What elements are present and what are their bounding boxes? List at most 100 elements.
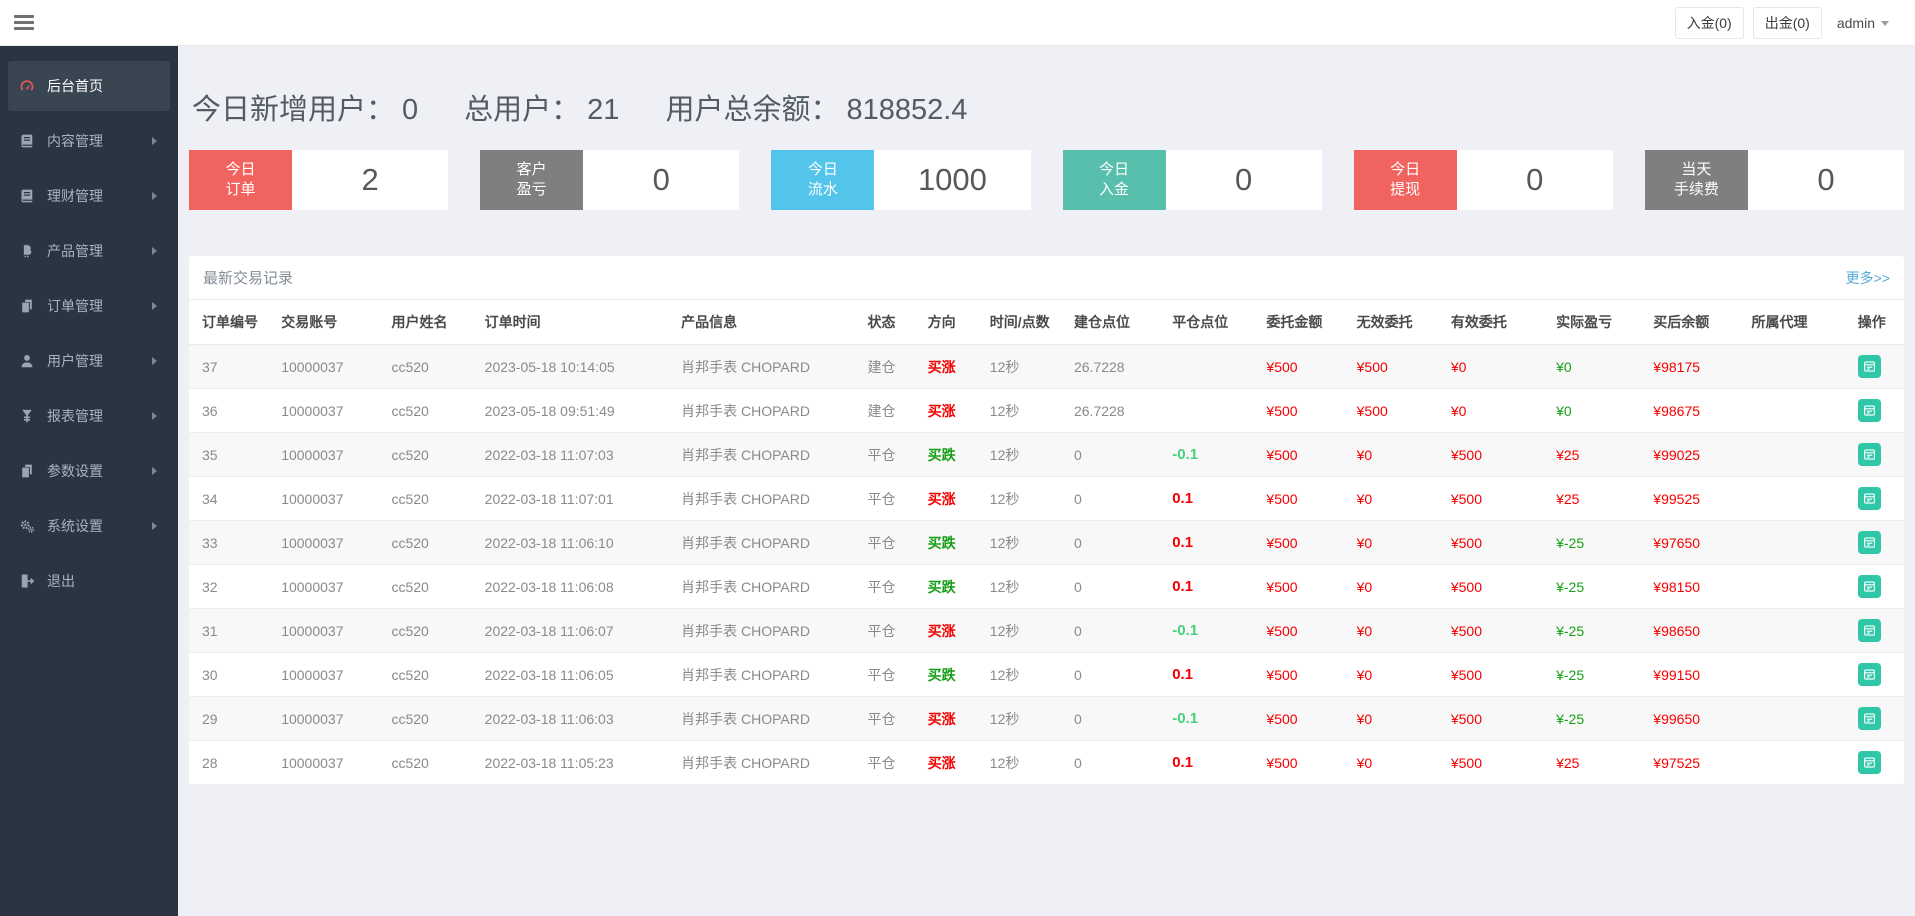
- cell-status: 建仓: [864, 389, 924, 433]
- sidebar-menu: 后台首页内容管理理财管理产品管理订单管理用户管理报表管理参数设置系统设置退出: [0, 61, 178, 606]
- cell-product: 肖邦手表 CHOPARD: [677, 609, 863, 653]
- sidebar-item-product[interactable]: 产品管理: [8, 226, 170, 276]
- user-menu[interactable]: admin: [1831, 10, 1895, 36]
- col-header-agent: 所属代理: [1748, 300, 1854, 345]
- chevron-right-icon: [152, 247, 161, 255]
- stat-label: 用户总余额：: [665, 86, 839, 128]
- stat-card: 今日订单2: [189, 150, 448, 210]
- cell-amount: ¥500: [1262, 433, 1352, 477]
- detail-icon: [1862, 447, 1877, 462]
- chevron-right-icon: [152, 467, 161, 475]
- cell-duration: 12秒: [986, 433, 1070, 477]
- stat-card-label: 客户盈亏: [480, 150, 583, 210]
- cell-valid: ¥500: [1447, 433, 1552, 477]
- cell-time: 2023-05-18 09:51:49: [481, 389, 677, 433]
- cell-pnl: ¥-25: [1552, 653, 1649, 697]
- hamburger-menu-icon[interactable]: [14, 12, 34, 33]
- stat-card-label-line: 盈亏: [517, 180, 547, 200]
- sidebar-item-logout[interactable]: 退出: [8, 556, 170, 606]
- cell-close_point: 0.1: [1168, 477, 1262, 521]
- cell-amount: ¥500: [1262, 565, 1352, 609]
- cell-username: cc520: [387, 565, 480, 609]
- cell-order_no: 32: [189, 565, 277, 609]
- top-bar: 入金(0) 出金(0) admin: [0, 0, 1915, 46]
- cell-product: 肖邦手表 CHOPARD: [677, 565, 863, 609]
- stat-value: 21: [587, 94, 619, 127]
- table-row: 3710000037cc5202023-05-18 10:14:05肖邦手表 C…: [189, 345, 1904, 389]
- stat-cards: 今日订单2客户盈亏0今日流水1000今日入金0今日提现0当天手续费0: [189, 150, 1904, 210]
- cell-time: 2022-03-18 11:06:08: [481, 565, 677, 609]
- panel-header: 最新交易记录 更多>>: [189, 256, 1904, 299]
- sidebar-item-order[interactable]: 订单管理: [8, 281, 170, 331]
- sidebar-item-system[interactable]: 系统设置: [8, 501, 170, 551]
- sidebar-item-finance[interactable]: 理财管理: [8, 171, 170, 221]
- row-detail-button[interactable]: [1858, 575, 1881, 598]
- sidebar-item-content[interactable]: 内容管理: [8, 116, 170, 166]
- withdraw-button[interactable]: 出金(0): [1753, 7, 1822, 39]
- cell-status: 平仓: [864, 521, 924, 565]
- cell-direction: 买涨: [924, 345, 986, 389]
- row-detail-button[interactable]: [1858, 443, 1881, 466]
- cell-invalid: ¥500: [1353, 345, 1447, 389]
- sidebar-item-report[interactable]: 报表管理: [8, 391, 170, 441]
- cell-pnl: ¥0: [1552, 345, 1649, 389]
- stat-card-label: 今日入金: [1063, 150, 1166, 210]
- cell-open_point: 0: [1070, 433, 1168, 477]
- sidebar-item-label: 后台首页: [47, 76, 103, 96]
- cell-direction: 买跌: [924, 565, 986, 609]
- more-link[interactable]: 更多>>: [1846, 268, 1890, 288]
- detail-icon: [1862, 535, 1877, 550]
- cell-open_point: 0: [1070, 609, 1168, 653]
- gears-icon: [19, 518, 37, 534]
- user-icon: [19, 353, 37, 369]
- cell-close_point: 0.1: [1168, 521, 1262, 565]
- cell-pnl: ¥-25: [1552, 609, 1649, 653]
- sidebar-item-label: 报表管理: [47, 406, 103, 426]
- row-detail-button[interactable]: [1858, 487, 1881, 510]
- panel-title: 最新交易记录: [203, 267, 293, 288]
- cell-balance: ¥98675: [1649, 389, 1747, 433]
- row-detail-button[interactable]: [1858, 663, 1881, 686]
- cell-invalid: ¥0: [1353, 433, 1447, 477]
- cell-account: 10000037: [277, 345, 387, 389]
- stat-card-label: 今日流水: [771, 150, 874, 210]
- detail-icon: [1862, 623, 1877, 638]
- cell-product: 肖邦手表 CHOPARD: [677, 389, 863, 433]
- cell-action: [1854, 697, 1904, 741]
- stats-summary: 今日新增用户： 0 总用户： 21 用户总余额： 818852.4: [189, 86, 1904, 128]
- row-detail-button[interactable]: [1858, 531, 1881, 554]
- deposit-button[interactable]: 入金(0): [1675, 7, 1744, 39]
- cell-order_no: 31: [189, 609, 277, 653]
- col-header-close_point: 平仓点位: [1168, 300, 1262, 345]
- cell-direction: 买跌: [924, 433, 986, 477]
- bitcoin-icon: [19, 243, 37, 259]
- sidebar-item-user[interactable]: 用户管理: [8, 336, 170, 386]
- cell-time: 2022-03-18 11:06:10: [481, 521, 677, 565]
- cell-close_point: -0.1: [1168, 609, 1262, 653]
- cell-pnl: ¥25: [1552, 741, 1649, 785]
- stat-card-label-line: 提现: [1390, 180, 1420, 200]
- stat-card-value: 0: [583, 150, 739, 210]
- latest-trades-panel: 最新交易记录 更多>> 订单编号交易账号用户姓名订单时间产品信息状态方向时间/点…: [189, 256, 1904, 785]
- row-detail-button[interactable]: [1858, 707, 1881, 730]
- sidebar-item-dashboard[interactable]: 后台首页: [8, 61, 170, 111]
- row-detail-button[interactable]: [1858, 751, 1881, 774]
- col-header-order_no: 订单编号: [189, 300, 277, 345]
- cell-time: 2022-03-18 11:06:03: [481, 697, 677, 741]
- cell-balance: ¥99525: [1649, 477, 1747, 521]
- stat-card-label: 今日订单: [189, 150, 292, 210]
- row-detail-button[interactable]: [1858, 399, 1881, 422]
- sidebar-item-label: 理财管理: [47, 186, 103, 206]
- row-detail-button[interactable]: [1858, 355, 1881, 378]
- cell-username: cc520: [387, 389, 480, 433]
- row-detail-button[interactable]: [1858, 619, 1881, 642]
- stat-card: 今日流水1000: [771, 150, 1030, 210]
- cell-order_no: 28: [189, 741, 277, 785]
- sidebar-item-params[interactable]: 参数设置: [8, 446, 170, 496]
- cell-username: cc520: [387, 433, 480, 477]
- cell-duration: 12秒: [986, 697, 1070, 741]
- cell-status: 平仓: [864, 741, 924, 785]
- cell-invalid: ¥500: [1353, 389, 1447, 433]
- stat-card-value: 0: [1166, 150, 1322, 210]
- col-header-duration: 时间/点数: [986, 300, 1070, 345]
